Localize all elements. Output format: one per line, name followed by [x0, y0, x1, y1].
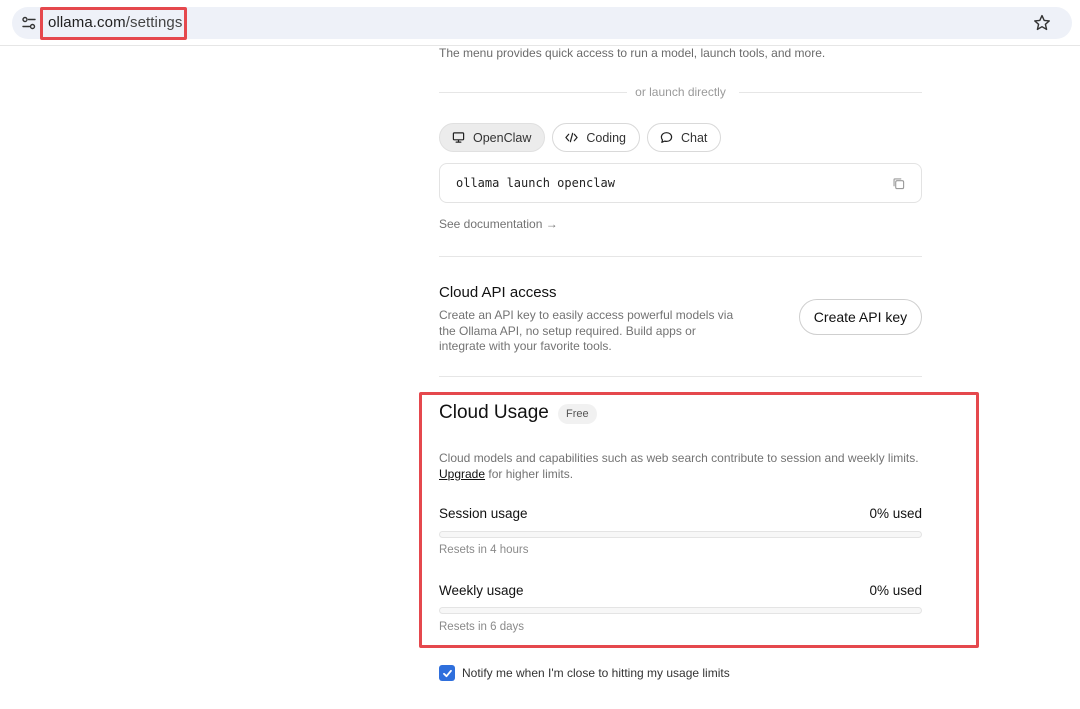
notify-option: Notify me when I'm close to hitting my u…: [439, 664, 730, 682]
launch-command[interactable]: ollama launch openclaw: [456, 176, 615, 190]
launch-chips: OpenClaw Coding Chat: [439, 123, 722, 152]
weekly-usage-value: 0% used: [869, 583, 922, 598]
chip-openclaw[interactable]: OpenClaw: [439, 123, 546, 152]
cloud-usage-title: Cloud Usage: [439, 402, 549, 423]
session-usage-value: 0% used: [869, 506, 922, 521]
chip-label: Chat: [681, 130, 708, 145]
session-reset-text: Resets in 4 hours: [439, 544, 529, 556]
notify-label[interactable]: Notify me when I'm close to hitting my u…: [462, 666, 730, 680]
plan-badge: Free: [558, 404, 597, 424]
chip-chat[interactable]: Chat: [647, 123, 722, 152]
usage-desc-text: Cloud models and capabilities such as we…: [439, 451, 919, 465]
usage-desc-tail: for higher limits.: [488, 466, 574, 481]
star-icon[interactable]: [1032, 13, 1052, 33]
monitor-icon: [452, 132, 465, 143]
cloud-api-title: Cloud API access: [439, 284, 557, 301]
session-usage-bar: [439, 531, 922, 538]
session-usage-label: Session usage: [439, 506, 528, 521]
menu-note: The menu provides quick access to run a …: [439, 46, 826, 60]
code-icon: [565, 132, 579, 143]
section-divider: [439, 376, 922, 377]
copy-icon[interactable]: [892, 177, 905, 190]
divider-text: or launch directly: [629, 85, 732, 99]
command-box: ollama launch openclaw: [439, 163, 922, 203]
checkmark-icon: [442, 669, 452, 677]
chip-label: OpenClaw: [473, 130, 532, 145]
cloud-usage-description: Cloud models and capabilities such as we…: [439, 451, 922, 482]
chip-label: Coding: [586, 130, 626, 145]
weekly-usage-bar: [439, 607, 922, 614]
notify-checkbox[interactable]: [439, 665, 455, 681]
create-api-key-button[interactable]: Create API key: [799, 299, 922, 335]
tune-icon[interactable]: [20, 14, 38, 32]
browser-toolbar: ollama.com/settings: [0, 0, 1080, 46]
chip-coding[interactable]: Coding: [552, 123, 640, 152]
weekly-reset-text: Resets in 6 days: [439, 621, 525, 633]
section-divider: [439, 256, 922, 257]
upgrade-link[interactable]: Upgrade: [439, 467, 485, 481]
url-highlight-box: [40, 7, 187, 40]
launch-divider: or launch directly: [439, 84, 922, 100]
chat-bubble-icon: [660, 132, 673, 143]
tab-strip-edge: [200, 0, 1080, 1]
weekly-usage-label: Weekly usage: [439, 583, 524, 598]
cloud-api-description: Create an API key to easily access power…: [439, 308, 734, 353]
see-documentation-link[interactable]: See documentation →: [439, 217, 558, 231]
